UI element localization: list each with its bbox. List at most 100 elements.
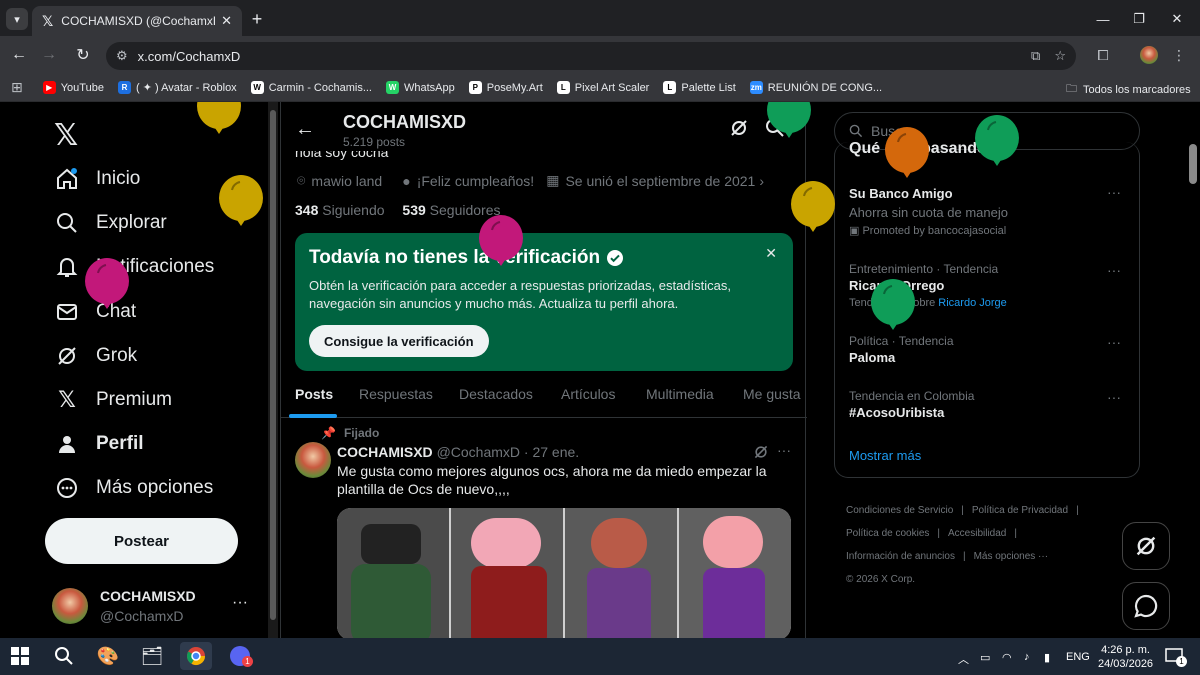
post-avatar[interactable] <box>295 442 331 478</box>
minimize-window-button[interactable]: — <box>1092 8 1114 30</box>
close-window-button[interactable]: ✕ <box>1166 8 1188 30</box>
reload-button[interactable]: ↻ <box>72 44 94 66</box>
browser-tab[interactable]: 𝕏 COCHAMISXD (@CochamxD) / ✕ <box>32 6 242 36</box>
volume-icon[interactable]: ♪ <box>1024 651 1030 663</box>
post-author[interactable]: COCHAMISXD <box>337 444 433 460</box>
trend-more-icon[interactable]: ··· <box>1107 334 1121 350</box>
nav-item-explorar[interactable]: Explorar <box>54 210 167 236</box>
grok-fab-icon <box>1136 536 1156 556</box>
accessibility-link[interactable]: Accesibilidad <box>948 528 1006 539</box>
notification-count: 1 <box>1176 656 1187 667</box>
apps-grid-icon[interactable]: ⊞ <box>11 79 23 96</box>
nav-item-notificaciones[interactable]: Notificaciones <box>54 254 214 280</box>
bookmark-item[interactable]: W WhatsApp <box>385 81 455 94</box>
new-tab-button[interactable]: + <box>246 8 268 30</box>
forward-button[interactable]: → <box>38 44 60 66</box>
language-indicator[interactable]: ENG <box>1066 651 1090 663</box>
following-link[interactable]: 348 Siguiendo <box>295 202 385 218</box>
get-verified-button[interactable]: Consigue la verificación <box>309 325 489 357</box>
post-more-icon[interactable]: ··· <box>777 442 791 458</box>
discord-taskbar-icon[interactable]: 1 <box>226 642 254 670</box>
windows-start-icon[interactable] <box>6 642 34 670</box>
ads-info-link[interactable]: Información de anuncios <box>846 551 955 562</box>
grok-header-icon[interactable] <box>729 118 749 143</box>
chevron-right-icon[interactable]: › <box>759 173 764 189</box>
extensions-icon[interactable]: ⧠ <box>1092 44 1114 66</box>
notifications-icon[interactable]: 1 <box>1160 642 1188 670</box>
tab-search-button[interactable]: ▾ <box>6 8 28 30</box>
chrome-taskbar-icon[interactable] <box>180 642 212 670</box>
taskbar-search-icon[interactable] <box>50 642 78 670</box>
page-scrollbar-thumb[interactable] <box>1189 144 1197 184</box>
post-button[interactable]: Postear <box>45 518 238 564</box>
x-logo-icon[interactable]: 𝕏 <box>54 118 78 153</box>
tab-5[interactable]: Me gusta <box>743 386 801 402</box>
show-more-link[interactable]: Mostrar más <box>849 448 921 463</box>
following-label: Siguiendo <box>322 202 385 218</box>
trend-meta: Entretenimiento · Tendencia <box>849 262 999 276</box>
nav-item-grok[interactable]: Grok <box>54 343 137 369</box>
bookmark-item[interactable]: R ( ✦ ) Avatar - Roblox <box>117 81 237 94</box>
bookmark-item[interactable]: L Palette List <box>663 81 736 94</box>
chrome-profile-avatar[interactable] <box>1140 46 1158 64</box>
file-explorer-icon[interactable]: 🗂 <box>138 642 166 670</box>
back-arrow-icon[interactable]: ← <box>295 118 315 141</box>
bookmark-favicon-icon: zm <box>749 81 763 94</box>
nav-item-inicio[interactable]: Inicio <box>54 166 140 192</box>
address-bar[interactable]: ⚙ x.com/CochamxD ⧉ ☆ <box>106 42 1076 70</box>
page-scrollbar[interactable] <box>1186 102 1200 638</box>
post-date[interactable]: · 27 ene. <box>524 444 579 460</box>
bookmark-item[interactable]: L Pixel Art Scaler <box>556 81 649 94</box>
trend-item[interactable]: Su Banco Amigo Ahorra sin cuota de manej… <box>849 184 1129 237</box>
account-more-icon[interactable]: ··· <box>232 594 248 612</box>
tab-3[interactable]: Artículos <box>561 386 615 402</box>
install-app-icon[interactable]: ⧉ <box>1031 48 1040 64</box>
more-options-link[interactable]: Más opciones ··· <box>974 551 1048 562</box>
bookmark-item[interactable]: W Carmin - Cochamis... <box>250 81 372 94</box>
trend-item[interactable]: Política · Tendencia Paloma ··· <box>849 334 1129 365</box>
paint-app-icon[interactable]: 🎨 <box>94 642 122 670</box>
tab-4[interactable]: Multimedia <box>646 386 714 402</box>
tab-0[interactable]: Posts <box>295 386 333 402</box>
trend-item[interactable]: Tendencia en Colombia #AcosoUribista ··· <box>849 389 1129 420</box>
trend-more-icon[interactable]: ··· <box>1107 184 1121 200</box>
terms-link[interactable]: Condiciones de Servicio <box>846 505 953 516</box>
left-scrollbar[interactable] <box>268 102 278 638</box>
tab-1[interactable]: Respuestas <box>359 386 433 402</box>
back-button[interactable]: ← <box>8 44 30 66</box>
nav-item-perfil[interactable]: Perfil <box>54 431 144 457</box>
messages-fab[interactable] <box>1122 582 1170 630</box>
bookmark-item[interactable]: zm REUNIÓN DE CONG... <box>749 81 882 94</box>
site-settings-icon[interactable]: ⚙ <box>116 48 128 64</box>
bookmark-favicon-icon: P <box>468 81 482 94</box>
bookmark-item[interactable]: P PoseMy.Art <box>468 81 543 94</box>
post-handle[interactable]: @CochamxD <box>437 444 520 460</box>
nav-item-premium[interactable]: 𝕏 Premium <box>54 387 172 413</box>
post-image[interactable] <box>337 508 791 638</box>
chrome-menu-icon[interactable]: ⋮ <box>1168 44 1190 66</box>
wifi-icon[interactable]: ◠ <box>1002 651 1012 664</box>
close-verification-icon[interactable]: ✕ <box>765 245 777 262</box>
tab-2[interactable]: Destacados <box>459 386 533 402</box>
cookies-link[interactable]: Política de cookies <box>846 528 929 539</box>
bookmark-star-icon[interactable]: ☆ <box>1054 48 1066 64</box>
bookmark-item[interactable]: ▶ YouTube <box>42 81 104 94</box>
close-tab-icon[interactable]: ✕ <box>221 13 232 29</box>
nav-item-más-opciones[interactable]: Más opciones <box>54 475 213 501</box>
left-scrollbar-thumb[interactable] <box>270 110 276 620</box>
battery-icon[interactable]: ▭ <box>980 651 990 664</box>
grok-fab[interactable] <box>1122 522 1170 570</box>
tray-overflow-icon[interactable]: ︿ <box>958 651 969 667</box>
bookmark-favicon-icon: R <box>117 81 131 94</box>
restore-window-button[interactable]: ❐ <box>1128 8 1150 30</box>
all-bookmarks-folder[interactable]: 🗀 Todos los marcadores <box>1066 80 1191 99</box>
balloon <box>218 174 264 232</box>
account-switcher[interactable]: COCHAMISXD @CochamxD ··· <box>52 588 252 628</box>
microphone-icon[interactable]: ▮ <box>1044 651 1050 664</box>
clock[interactable]: 4:26 p. m. 24/03/2026 <box>1098 643 1153 671</box>
trend-more-icon[interactable]: ··· <box>1107 262 1121 278</box>
trend-more-icon[interactable]: ··· <box>1107 389 1121 405</box>
profile-tabs: Posts Respuestas Destacados Artículos Multim… <box>281 374 807 418</box>
privacy-link[interactable]: Política de Privacidad <box>972 505 1068 516</box>
trend-sub-link[interactable]: Ricardo Jorge <box>938 297 1006 309</box>
